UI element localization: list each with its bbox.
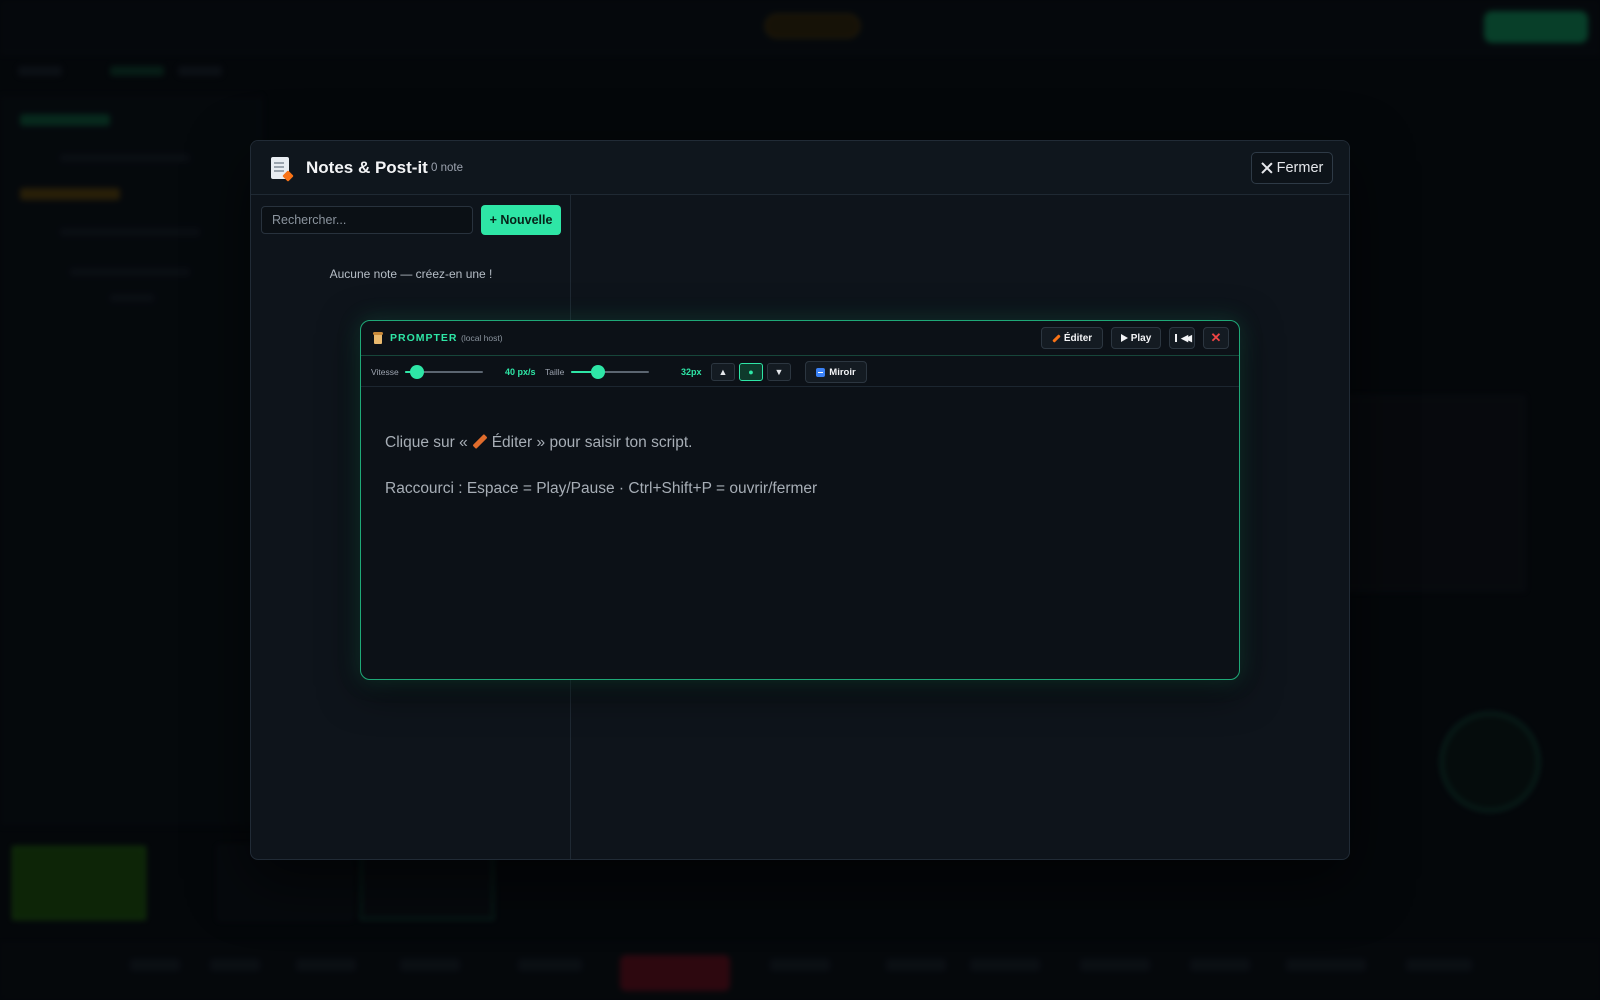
notes-title: Notes & Post-it — [306, 158, 428, 177]
pencil-icon — [472, 434, 488, 450]
prompter-instruction: Clique sur « Éditer » pour saisir ton scr… — [385, 433, 1215, 453]
position-down-button[interactable]: ▼ — [767, 363, 791, 381]
pencil-icon — [1052, 333, 1061, 343]
notes-search-input[interactable] — [261, 206, 473, 234]
edit-label: Éditer — [1063, 332, 1093, 344]
new-note-button[interactable]: + Nouvelle — [481, 205, 561, 235]
prompter-header[interactable]: PROMPTER (local host) Éditer Play ◀◀ ✕ — [361, 321, 1239, 356]
edit-button[interactable]: Éditer — [1041, 327, 1103, 349]
memo-icon — [271, 157, 289, 179]
close-label: Fermer — [1276, 160, 1324, 176]
speed-label: Vitesse — [371, 367, 399, 377]
speed-value: 40 px/s — [505, 367, 536, 377]
notes-header: Notes & Post-it 0 note Fermer — [251, 141, 1349, 195]
close-prompter-button[interactable]: ✕ — [1203, 327, 1229, 349]
mirror-icon — [816, 367, 826, 377]
speed-slider[interactable] — [405, 365, 483, 379]
play-button[interactable]: Play — [1111, 327, 1161, 349]
size-slider[interactable] — [571, 365, 649, 379]
prompter-title: PROMPTER — [390, 332, 458, 344]
position-up-button[interactable]: ▲ — [711, 363, 735, 381]
rewind-button[interactable]: ◀◀ — [1169, 327, 1195, 349]
instruction-before: Clique sur « — [385, 434, 468, 451]
play-icon — [1120, 334, 1128, 342]
prompter-window: PROMPTER (local host) Éditer Play ◀◀ ✕ V… — [360, 320, 1240, 680]
prompter-script-area[interactable]: Clique sur « Éditer » pour saisir ton scr… — [385, 433, 1215, 525]
size-label: Taille — [545, 367, 565, 377]
close-icon — [1261, 162, 1273, 174]
mirror-label: Miroir — [829, 366, 856, 378]
instruction-after: Éditer » pour saisir ton script. — [491, 434, 693, 451]
size-slider-thumb[interactable] — [591, 365, 605, 379]
empty-notes-message: Aucune note — créez-en une ! — [329, 267, 493, 281]
prompter-subtitle: (local host) — [461, 333, 503, 343]
scroll-icon — [373, 332, 383, 344]
play-label: Play — [1130, 332, 1152, 344]
rewind-icon — [1175, 334, 1178, 342]
mirror-button[interactable]: Miroir — [805, 361, 867, 383]
size-value: 32px — [681, 367, 702, 377]
close-notes-button[interactable]: Fermer — [1251, 152, 1333, 184]
position-center-button[interactable]: ● — [739, 363, 763, 381]
prompter-toolbar: Vitesse 40 px/s Taille 32px ▲ ● ▼ Miroir — [361, 356, 1239, 387]
speed-slider-thumb[interactable] — [410, 365, 424, 379]
close-icon: ✕ — [1210, 330, 1222, 345]
notes-count: 0 note — [431, 162, 463, 174]
prompter-shortcut-hint: Raccourci : Espace = Play/Pause · Ctrl+S… — [385, 480, 818, 497]
